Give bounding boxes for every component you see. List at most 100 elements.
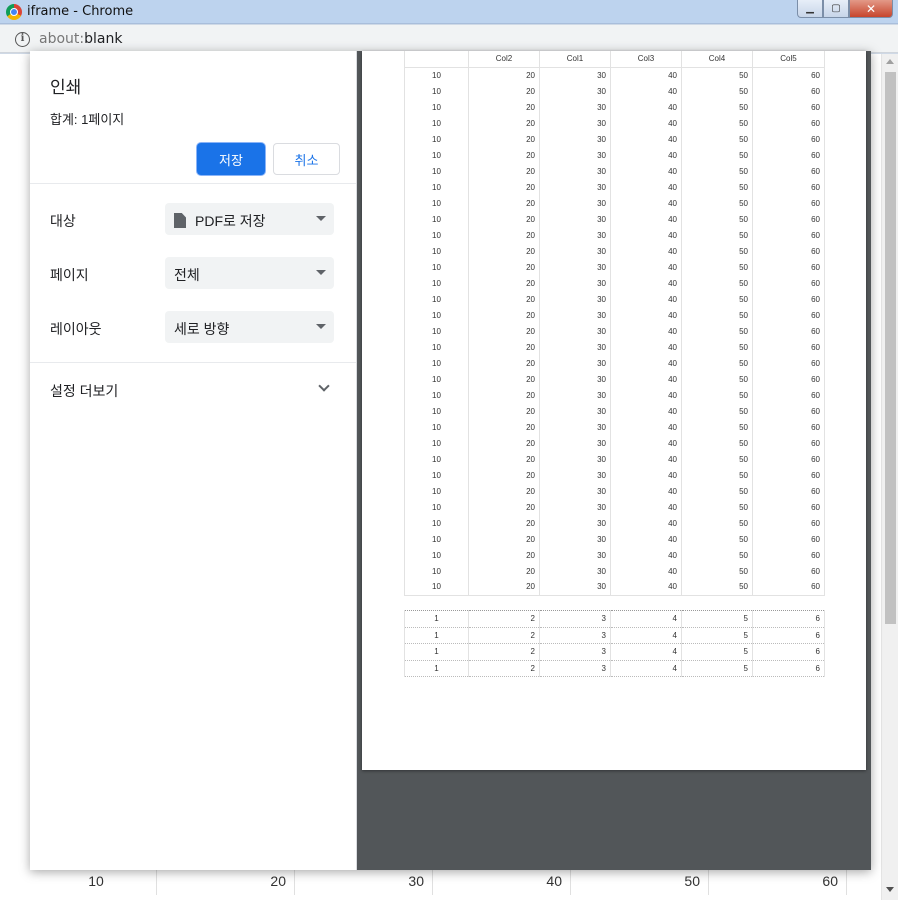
table-cell: 20 [468,483,540,499]
table-cell: 60 [752,419,825,435]
table-cell: 10 [404,419,469,435]
table-cell: 20 [468,163,540,179]
pages-select[interactable]: 전체 [165,257,334,289]
url-text[interactable]: about:blank [39,31,122,47]
table-cell: 60 [752,275,825,291]
table-cell: 40 [610,179,682,195]
table-cell: 50 [681,499,753,515]
table-cell: 10 [404,99,469,115]
table-cell: 20 [468,467,540,483]
pages-value: 전체 [174,267,200,283]
table-cell: 50 [681,483,753,499]
table-cell: 60 [752,435,825,451]
table-cell: 10 [404,291,469,307]
table-row: 123456 [404,643,825,661]
table-cell: 10 [404,259,469,275]
table-cell: 1 [404,610,469,628]
scrollbar-thumb[interactable] [885,72,896,624]
table-cell: 30 [539,275,611,291]
table-cell: 30 [539,83,611,99]
table-row: 10 20 30 40 50 60 [404,67,825,83]
cancel-button[interactable]: 취소 [273,143,340,175]
table-cell: 30 [539,531,611,547]
layout-select[interactable]: 세로 방향 [165,311,334,343]
table-cell: 60 [752,307,825,323]
table-cell: 40 [610,515,682,531]
table-cell: 50 [681,579,753,595]
table-cell: 10 [404,83,469,99]
table-cell: 30 [539,355,611,371]
table-cell: 60 [752,371,825,387]
table-cell: 3 [539,660,611,677]
close-button[interactable]: ✕ [849,0,893,18]
table-cell: 40 [610,547,682,563]
table-row: 10 20 30 40 50 60 [404,579,825,595]
table-row: 10 20 30 40 50 60 [404,339,825,355]
scroll-down-arrow-icon[interactable] [886,887,894,892]
table-cell: 50 [681,211,753,227]
table-cell: 5 [681,660,753,677]
more-settings-toggle[interactable]: 설정 더보기 [50,381,118,401]
table-cell: 20 [468,227,540,243]
info-icon[interactable]: i [15,32,30,47]
table-row: 123456 [404,660,825,677]
background-cell: 20 [157,869,295,895]
table-cell: 6 [752,627,825,644]
table-cell: 60 [752,579,825,595]
background-cell: 30 [295,869,433,895]
table-cell: 40 [610,339,682,355]
table-cell: 10 [404,547,469,563]
table-cell: 20 [468,547,540,563]
page-scrollbar[interactable] [881,54,898,900]
table-row: 10 20 30 40 50 60 [404,179,825,195]
table-cell: 20 [468,307,540,323]
table-cell: 10 [404,323,469,339]
table-cell: 6 [752,610,825,628]
table-cell: 30 [539,419,611,435]
save-button[interactable]: 저장 [197,143,265,175]
maximize-button[interactable]: ▢ [823,0,849,18]
table-cell: 60 [752,179,825,195]
table-cell: 50 [681,307,753,323]
column-header: Col5 [752,51,825,68]
table-cell: 30 [539,547,611,563]
background-cell: 40 [433,869,571,895]
table-row: 10 20 30 40 50 60 [404,531,825,547]
address-bar[interactable]: i about:blank [0,25,898,53]
table-cell: 30 [539,291,611,307]
divider [30,183,356,184]
column-header: Col3 [610,51,682,68]
minimize-button[interactable]: ▁ [797,0,823,18]
table-cell: 30 [539,515,611,531]
table-cell: 10 [404,355,469,371]
table-row: 10 20 30 40 50 60 [404,323,825,339]
table-cell: 20 [468,563,540,579]
table-cell: 10 [404,371,469,387]
destination-select[interactable]: PDF로 저장 [165,203,334,235]
table-row: 10 20 30 40 50 60 [404,291,825,307]
layout-value: 세로 방향 [174,321,230,337]
table-cell: 2 [468,610,540,628]
page-total: 합계: 1페이지 [50,112,125,127]
table-cell: 20 [468,355,540,371]
chevron-down-icon[interactable] [318,380,330,392]
table-cell: 60 [752,195,825,211]
table-cell: 60 [752,483,825,499]
table-cell: 60 [752,291,825,307]
table-cell: 30 [539,435,611,451]
table-cell: 30 [539,579,611,595]
background-cell: 60 [709,869,847,895]
table-cell: 60 [752,387,825,403]
table-cell: 60 [752,115,825,131]
table-cell: 10 [404,275,469,291]
table-cell: 20 [468,243,540,259]
table-cell: 40 [610,163,682,179]
table-cell: 50 [681,291,753,307]
table-cell: 6 [752,660,825,677]
table-cell: 20 [468,99,540,115]
table-cell: 20 [468,275,540,291]
dropdown-arrow-icon [316,270,326,275]
scroll-up-arrow-icon[interactable] [886,59,894,64]
table-row: 10 20 30 40 50 60 [404,499,825,515]
table-cell: 3 [539,627,611,644]
